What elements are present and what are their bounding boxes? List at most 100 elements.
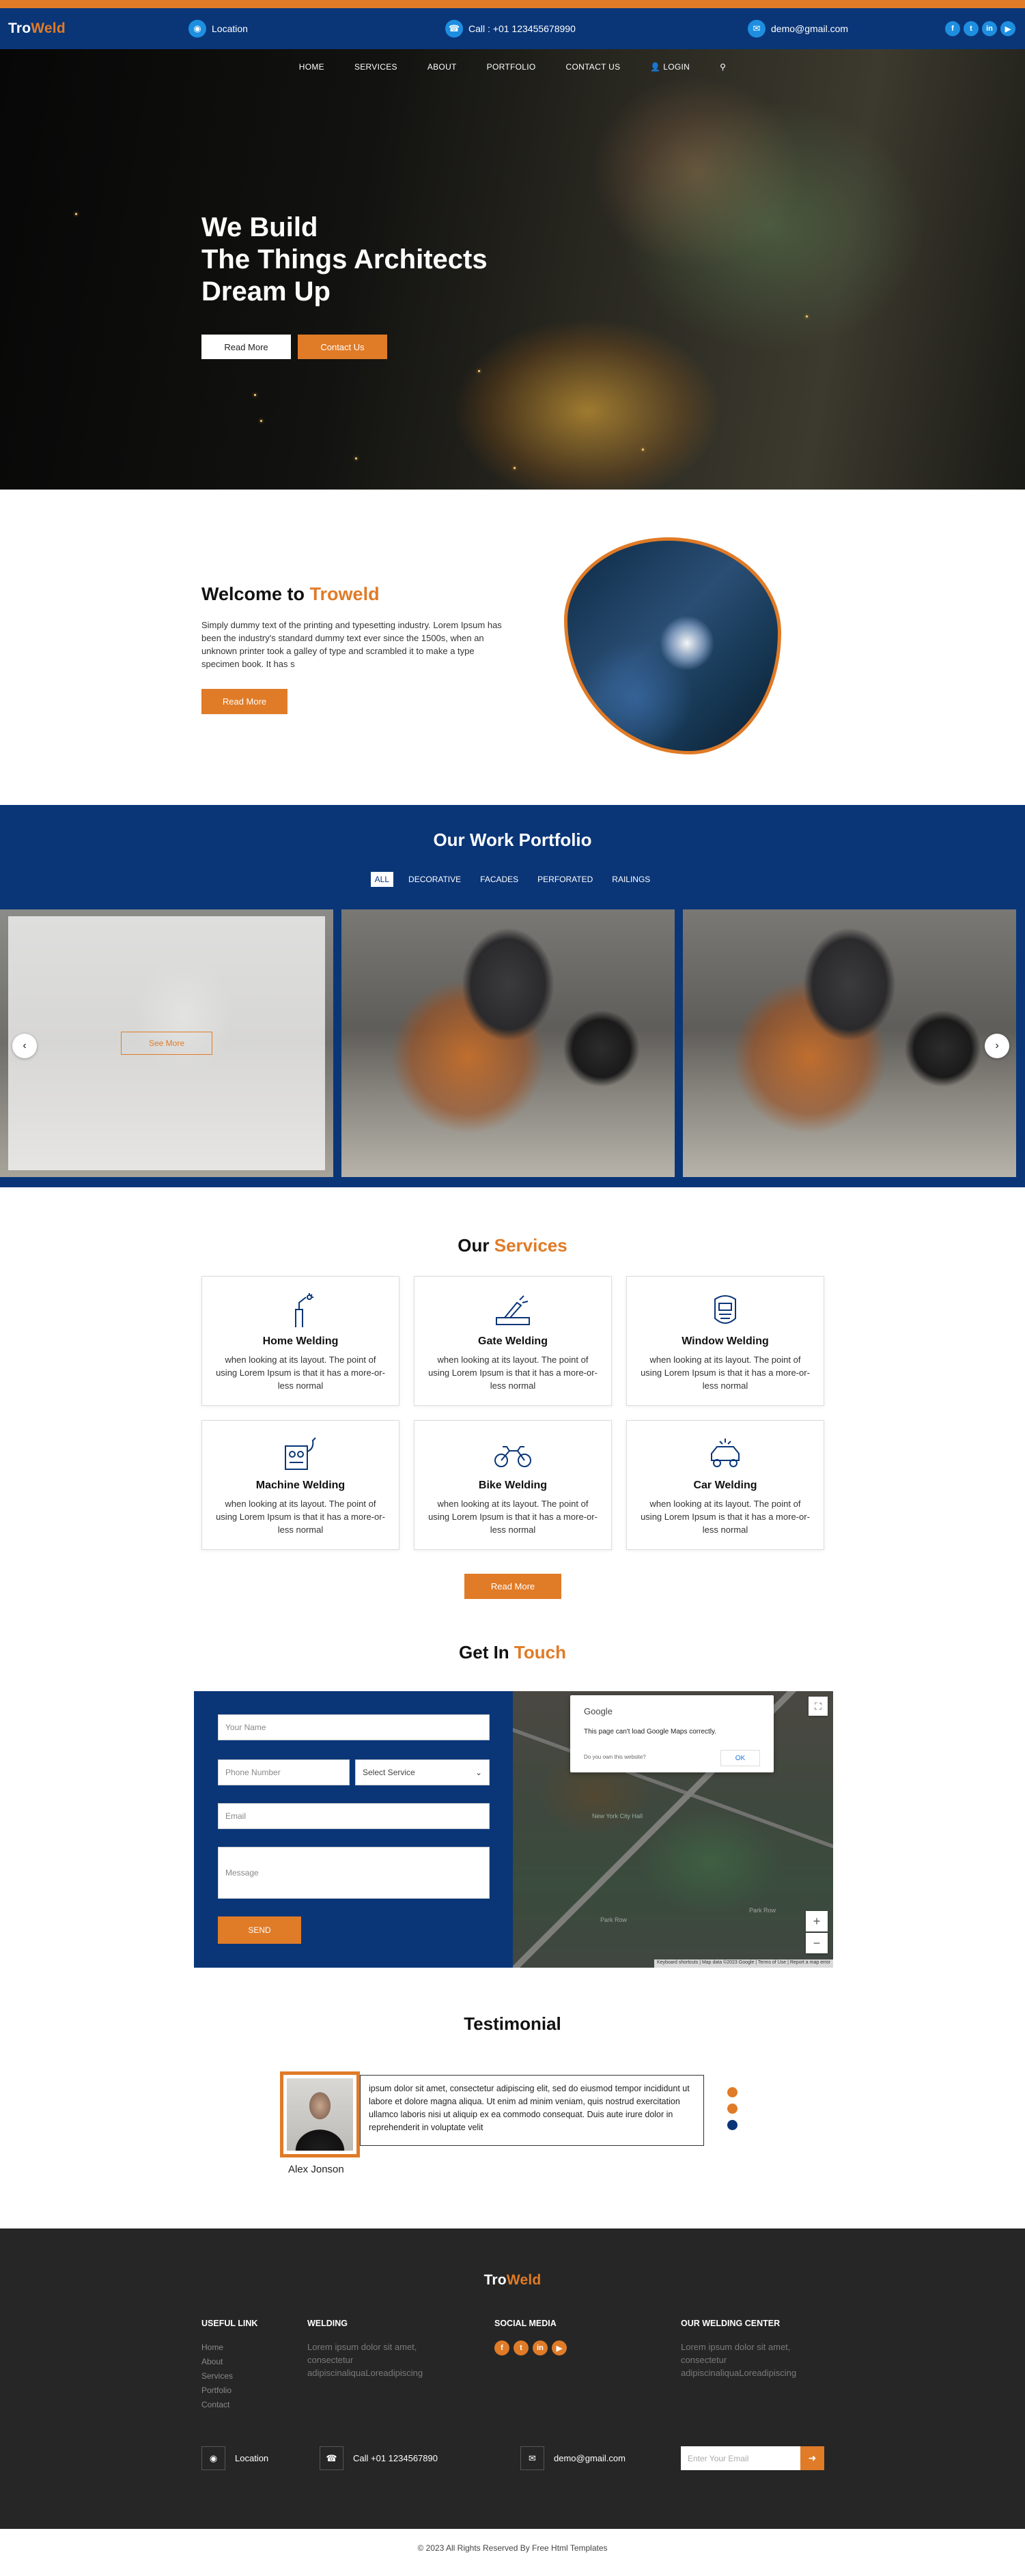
portfolio-item[interactable] — [683, 909, 1016, 1177]
nav-login[interactable]: 👤 LOGIN — [650, 62, 690, 72]
search-icon[interactable]: ⚲ — [720, 62, 726, 72]
testimonial-dot-active[interactable] — [727, 2120, 738, 2130]
nav-contact[interactable]: CONTACT US — [566, 62, 621, 72]
footer-logo[interactable]: TroWeld — [0, 2272, 1025, 2289]
newsletter-email-input[interactable]: Enter Your Email — [681, 2446, 800, 2470]
main-nav: HOME SERVICES ABOUT PORTFOLIO CONTACT US… — [0, 49, 1025, 85]
map-dialog-provider: Google — [584, 1706, 613, 1716]
filter-facades[interactable]: FACADES — [476, 872, 522, 887]
testimonial-section: Testimonial ipsum dolor sit amet, consec… — [0, 2007, 1025, 2228]
spark-decoration — [75, 213, 77, 215]
service-select[interactable]: Select Service ⌄ — [355, 1759, 490, 1785]
user-icon: 👤 — [650, 62, 661, 72]
filter-decorative[interactable]: DECORATIVE — [404, 872, 465, 887]
footer-phone[interactable]: ☎ Call +01 1234567890 — [320, 2446, 438, 2470]
email-input[interactable]: Email — [218, 1803, 490, 1829]
facebook-icon[interactable]: f — [945, 21, 960, 36]
hero-title-line1: We Build — [201, 212, 318, 242]
youtube-icon[interactable]: ▶ — [552, 2340, 567, 2355]
footer-link-contact[interactable]: Contact — [201, 2398, 257, 2412]
service-card[interactable]: Bike Welding when looking at its layout.… — [414, 1420, 612, 1550]
spark-decoration — [355, 457, 357, 459]
twitter-icon[interactable]: t — [514, 2340, 529, 2355]
linkedin-icon[interactable]: in — [533, 2340, 548, 2355]
welcome-read-more-button[interactable]: Read More — [201, 689, 287, 714]
welcome-text: Simply dummy text of the printing and ty… — [201, 620, 502, 669]
hero-title-line2: The Things Architects — [201, 244, 488, 274]
map-dialog-ok-button[interactable]: OK — [720, 1750, 760, 1766]
footer: TroWeld USEFUL LINK Home About Services … — [0, 2228, 1025, 2529]
footer-welding-text: Lorem ipsum dolor sit amet, consectetur … — [307, 2342, 423, 2378]
service-text: when looking at its layout. The point of… — [428, 1499, 598, 1535]
chevron-right-icon[interactable]: › — [985, 1034, 1009, 1058]
services-section: Our Services Home Welding when looking a… — [0, 1187, 1025, 1638]
services-read-more-button[interactable]: Read More — [464, 1574, 561, 1599]
service-card[interactable]: Home Welding when looking at its layout.… — [201, 1276, 399, 1406]
welcome-title: Welcome to Troweld — [201, 584, 380, 604]
service-card[interactable]: Window Welding when looking at its layou… — [626, 1276, 824, 1406]
nav-services[interactable]: SERVICES — [354, 62, 397, 72]
see-more-button[interactable]: See More — [121, 1032, 212, 1055]
footer-location[interactable]: ◉ Location — [201, 2446, 268, 2470]
youtube-icon[interactable]: ▶ — [1000, 21, 1015, 36]
contact-section: Get In Touch Your Name Phone Number Sele… — [0, 1638, 1025, 2007]
name-input[interactable]: Your Name — [218, 1714, 490, 1740]
header-social-links: f t in ▶ — [945, 8, 1015, 49]
nav-about[interactable]: ABOUT — [427, 62, 457, 72]
portfolio-carousel: See More ‹ › — [0, 909, 1025, 1177]
header-location[interactable]: ◉ Location — [188, 8, 248, 49]
envelope-icon: ✉ — [748, 20, 766, 38]
newsletter-submit-button[interactable]: ➜ — [800, 2446, 824, 2470]
fullscreen-icon[interactable]: ⛶ — [809, 1697, 828, 1716]
portfolio-item[interactable]: See More — [0, 909, 333, 1177]
footer-email[interactable]: ✉ demo@gmail.com — [520, 2446, 626, 2470]
service-card[interactable]: Car Welding when looking at its layout. … — [626, 1420, 824, 1550]
header-location-label: Location — [212, 23, 248, 34]
map-dialog-own-site-link[interactable]: Do you own this website? — [584, 1754, 646, 1760]
service-title: Bike Welding — [478, 1480, 548, 1491]
zoom-out-icon[interactable]: − — [806, 1933, 828, 1953]
footer-link-about[interactable]: About — [201, 2355, 257, 2369]
footer-center-title: OUR WELDING CENTER — [681, 2319, 781, 2328]
send-button[interactable]: SEND — [218, 1916, 301, 1944]
footer-phone-label: Call +01 1234567890 — [353, 2453, 438, 2463]
filter-railings[interactable]: RAILINGS — [608, 872, 654, 887]
envelope-icon: ✉ — [520, 2446, 544, 2470]
arrow-right-icon: ➜ — [808, 2452, 817, 2463]
filter-all[interactable]: ALL — [370, 872, 394, 887]
newsletter-form: Enter Your Email ➜ — [681, 2446, 824, 2470]
nav-login-label: LOGIN — [663, 62, 690, 72]
message-textarea[interactable]: Message — [218, 1847, 490, 1899]
map-error-dialog: Google This page can't load Google Maps … — [570, 1695, 774, 1772]
hero-contact-button[interactable]: Contact Us — [298, 335, 387, 359]
footer-link-portfolio[interactable]: Portfolio — [201, 2383, 257, 2398]
facebook-icon[interactable]: f — [494, 2340, 509, 2355]
phone-icon: ☎ — [320, 2446, 343, 2470]
twitter-icon[interactable]: t — [964, 21, 979, 36]
portfolio-item[interactable] — [341, 909, 675, 1177]
header-email[interactable]: ✉ demo@gmail.com — [748, 8, 848, 49]
footer-welding-title: WELDING — [307, 2319, 348, 2328]
footer-link-services[interactable]: Services — [201, 2369, 257, 2383]
header-phone-label: Call : +01 123455678990 — [468, 23, 576, 34]
phone-input[interactable]: Phone Number — [218, 1759, 350, 1785]
zoom-in-icon[interactable]: + — [806, 1911, 828, 1931]
service-card[interactable]: Machine Welding when looking at its layo… — [201, 1420, 399, 1550]
chevron-left-icon[interactable]: ‹ — [12, 1034, 37, 1058]
footer-link-home[interactable]: Home — [201, 2340, 257, 2355]
footer-useful-title: USEFUL LINK — [201, 2319, 258, 2328]
spark-decoration — [806, 315, 808, 317]
testimonial-dot[interactable] — [727, 2087, 738, 2097]
nav-portfolio[interactable]: PORTFOLIO — [487, 62, 536, 72]
google-map[interactable]: New York City Hall Park Row Park Row Goo… — [513, 1691, 833, 1968]
header-phone[interactable]: ☎ Call : +01 123455678990 — [445, 8, 576, 49]
filter-perforated[interactable]: PERFORATED — [533, 872, 597, 887]
service-title: Machine Welding — [255, 1480, 346, 1491]
logo[interactable]: TroWeld — [8, 20, 66, 37]
hero-read-more-button[interactable]: Read More — [201, 335, 291, 359]
linkedin-icon[interactable]: in — [982, 21, 997, 36]
testimonial-dot[interactable] — [727, 2104, 738, 2114]
service-text: when looking at its layout. The point of… — [216, 1499, 385, 1535]
service-card[interactable]: Gate Welding when looking at its layout.… — [414, 1276, 612, 1406]
nav-home[interactable]: HOME — [299, 62, 324, 72]
